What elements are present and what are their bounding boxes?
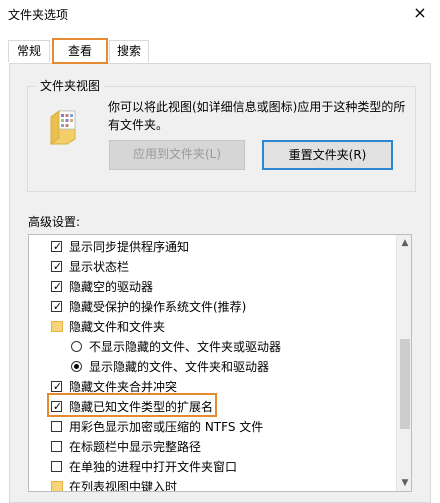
advanced-settings-label: 高级设置:: [28, 215, 81, 229]
window-title: 文件夹选项: [8, 8, 69, 22]
tab-general[interactable]: 常规: [8, 40, 50, 62]
setting-label: 隐藏空的驱动器: [69, 280, 154, 294]
setting-label: 在单独的进程中打开文件夹窗口: [69, 460, 238, 474]
folder-view-icon: [50, 110, 76, 145]
check-icon: ✓: [52, 300, 63, 313]
folder-icon: [51, 321, 63, 332]
setting-label: 不显示隐藏的文件、文件夹或驱动器: [89, 340, 282, 354]
check-icon: ✓: [52, 280, 63, 293]
advanced-settings-list[interactable]: ✓ 显示同步提供程序通知 ✓ 显示状态栏 ✓ 隐藏空的驱动器 ✓ 隐藏受保护的操…: [28, 234, 412, 492]
check-icon: ✓: [52, 240, 63, 253]
setting-label: 显示同步提供程序通知: [69, 240, 190, 254]
checkbox[interactable]: [51, 421, 62, 432]
radio-button[interactable]: [71, 341, 82, 352]
scroll-up-icon[interactable]: ▲: [397, 235, 411, 251]
check-icon: ✓: [52, 260, 63, 273]
checkbox[interactable]: [51, 441, 62, 452]
setting-label: 显示状态栏: [69, 260, 130, 274]
vertical-scrollbar[interactable]: ▲ ▼: [396, 235, 411, 491]
setting-label: 显示隐藏的文件、文件夹和驱动器: [89, 360, 270, 374]
setting-group-label: 隐藏文件和文件夹: [69, 320, 166, 334]
scroll-down-icon[interactable]: ▼: [397, 475, 411, 491]
setting-label: 在标题栏中显示完整路径: [69, 440, 202, 454]
setting-label: 用彩色显示加密或压缩的 NTFS 文件: [69, 420, 264, 434]
highlight-box: [47, 393, 217, 417]
folder-views-legend: 文件夹视图: [36, 77, 105, 94]
setting-group-label: 在列表视图中键入时: [69, 480, 178, 492]
folder-views-description: 你可以将此视图(如详细信息或图标)应用于这种类型的所有文件夹。: [108, 100, 406, 132]
radio-selected-dot: [74, 364, 79, 369]
checkbox[interactable]: ✓: [51, 260, 62, 273]
checkbox[interactable]: ✓: [51, 280, 62, 293]
checkbox[interactable]: ✓: [51, 240, 62, 253]
radio-button[interactable]: [71, 361, 82, 372]
setting-label: 隐藏受保护的操作系统文件(推荐): [69, 300, 247, 314]
scrollbar-thumb[interactable]: [400, 339, 410, 429]
checkbox[interactable]: [51, 461, 62, 472]
apply-to-folders-button[interactable]: 应用到文件夹(L): [109, 140, 245, 170]
folder-icon: [51, 481, 63, 491]
checkbox[interactable]: ✓: [51, 380, 62, 393]
tab-view[interactable]: 查看: [52, 38, 108, 64]
tab-search[interactable]: 搜索: [109, 40, 149, 62]
reset-folders-button[interactable]: 重置文件夹(R): [262, 140, 393, 170]
close-icon[interactable]: ×: [410, 3, 430, 23]
checkbox[interactable]: ✓: [51, 300, 62, 313]
